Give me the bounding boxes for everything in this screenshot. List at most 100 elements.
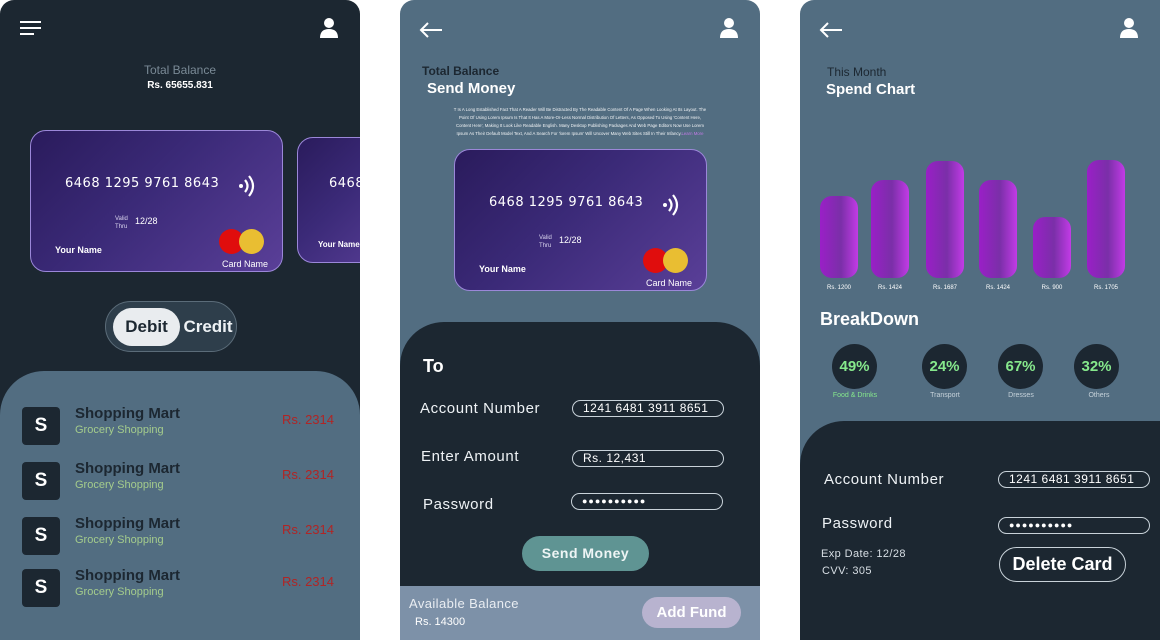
bank-card[interactable]: 6468 1295 9761 8643 Valid Thru 12/28 You… [454,149,707,291]
breakdown-label-food: Food & Drinks [832,392,878,399]
chart-bar-label: Rs. 1424 [985,285,1010,291]
contactless-icon [660,192,682,223]
page-title: Spend Chart [826,81,916,98]
account-number-field[interactable]: 1241 6481 3911 8651 [998,471,1150,488]
card-number: 6468 1295 9761 8643 [65,176,220,191]
chart-bar-label: Rs. 1200 [826,285,851,291]
back-arrow-icon[interactable] [419,22,443,43]
total-balance-label: Total Balance [422,64,500,78]
contactless-icon [236,173,258,204]
breakdown-label-transport: Transport [930,392,960,399]
transaction-list: S Shopping Mart Grocery Shopping Rs. 231… [0,371,360,640]
total-balance-value: Rs. 65655.831 [147,80,213,91]
avatar: S [22,462,60,500]
chart-bar [820,196,858,278]
transaction-title: Shopping Mart [75,515,180,532]
learn-more-link[interactable]: Learn More [682,131,704,136]
chart-bar [979,180,1017,278]
chart-bar-label: Rs. 1424 [877,285,902,291]
delete-card-button[interactable]: Delete Card [999,547,1126,582]
card-brand-name: Card Name [646,278,693,288]
chart-bar-label: Rs. 900 [1041,285,1063,291]
chart-bar [926,161,964,278]
avatar: S [22,517,60,555]
account-number-label: Account Number [420,400,541,417]
this-month-label: This Month [827,65,887,79]
card-holder-name: Your Name [318,240,360,249]
list-item[interactable]: S Shopping Mart Grocery Shopping Rs. 231… [22,405,342,447]
card-type-toggle[interactable]: Debit Credit [105,301,237,352]
breakdown-percent-food: 49% [832,344,877,389]
spend-chart-screen: This Month Spend Chart Rs. 1200 Rs. 1424 R… [800,0,1160,640]
send-money-button[interactable]: Send Money [522,536,649,571]
credit-toggle-option[interactable]: Credit [181,308,235,346]
send-money-screen: Total Balance Send Money T Is A Long Est… [400,0,760,640]
expiry-date: Exp Date: 12/28 [821,548,906,560]
transaction-title: Shopping Mart [75,460,180,477]
transaction-amount: Rs. 2314 [281,412,334,427]
transaction-subtitle: Grocery Shopping [75,479,164,491]
account-number-field[interactable]: 1241 6481 3911 8651 [572,400,724,417]
to-heading: To [423,356,444,376]
breakdown-percent-transport: 24% [922,344,967,389]
chart-bar-label: Rs. 1687 [932,285,957,291]
transaction-title: Shopping Mart [75,405,180,422]
avatar: S [22,407,60,445]
page-title: Send Money [427,80,516,97]
transaction-subtitle: Grocery Shopping [75,534,164,546]
card-details-form: Account Number 1241 6481 3911 8651 Passw… [800,421,1160,640]
amount-label: Enter Amount [421,448,520,465]
cvv-value: CVV: 305 [822,565,872,577]
amount-field[interactable]: Rs. 12,431 [572,450,724,467]
breakdown-label-dresses: Dresses [1008,392,1034,399]
card-holder-name: Your Name [479,264,526,274]
password-field[interactable]: ●●●●●●●●●● [571,493,723,510]
card-number: 6468 1295 9761 8643 [489,195,644,210]
valid-thru-label: Valid Thru [539,235,552,249]
user-icon[interactable] [719,17,739,39]
card-number: 6468 [329,176,360,191]
user-icon[interactable] [319,17,339,39]
back-arrow-icon[interactable] [819,22,843,43]
breakdown-percent-others: 32% [1074,344,1119,389]
breakdown-label-others: Others [1088,392,1110,399]
breakdown-percent-dresses: 67% [998,344,1043,389]
breakdown-title: BreakDown [820,309,920,329]
spend-bar-chart: Rs. 1200 Rs. 1424 Rs. 1687 Rs. 1424 Rs. 900 R… [800,150,1160,295]
valid-thru-value: 12/28 [135,216,158,226]
valid-thru-value: 12/28 [559,235,582,245]
password-label: Password [423,496,494,513]
user-icon[interactable] [1119,17,1139,39]
chart-bar [1087,160,1125,278]
chart-bar [1033,217,1071,278]
password-label: Password [822,515,893,532]
description-text: T Is A Long Established Fact That A Read… [453,107,707,136]
mastercard-logo-yellow [663,248,688,273]
debit-toggle-option[interactable]: Debit [113,308,180,346]
add-fund-button[interactable]: Add Fund [642,597,741,628]
menu-icon[interactable] [20,21,41,35]
chart-bar [871,180,909,278]
bank-card-secondary[interactable]: 6468 Your Name [297,137,360,263]
card-holder-name: Your Name [55,245,102,255]
list-item[interactable]: S Shopping Mart Grocery Shopping Rs. 231… [22,460,342,502]
card-brand-name: Card Name [222,259,269,269]
chart-bar-label: Rs. 1705 [1093,285,1118,291]
transaction-amount: Rs. 2314 [281,522,334,537]
avatar: S [22,569,60,607]
valid-thru-label: Valid Thru [115,216,128,230]
mastercard-logo-yellow [239,229,264,254]
transaction-amount: Rs. 2314 [281,574,334,589]
password-field[interactable]: ●●●●●●●●●● [998,517,1150,534]
wallet-screen: Total Balance Rs. 65655.831 6468 1295 97… [0,0,360,640]
transaction-amount: Rs. 2314 [281,467,334,482]
available-balance-label: Available Balance [409,596,519,611]
total-balance-label: Total Balance [143,63,217,77]
bank-card[interactable]: 6468 1295 9761 8643 Valid Thru 12/28 You… [30,130,283,272]
account-number-label: Account Number [824,471,945,488]
list-item[interactable]: S Shopping Mart Grocery Shopping Rs. 231… [22,567,342,609]
list-item[interactable]: S Shopping Mart Grocery Shopping Rs. 231… [22,515,342,557]
transaction-title: Shopping Mart [75,567,180,584]
available-balance-value: Rs. 14300 [415,616,466,628]
transaction-subtitle: Grocery Shopping [75,586,164,598]
